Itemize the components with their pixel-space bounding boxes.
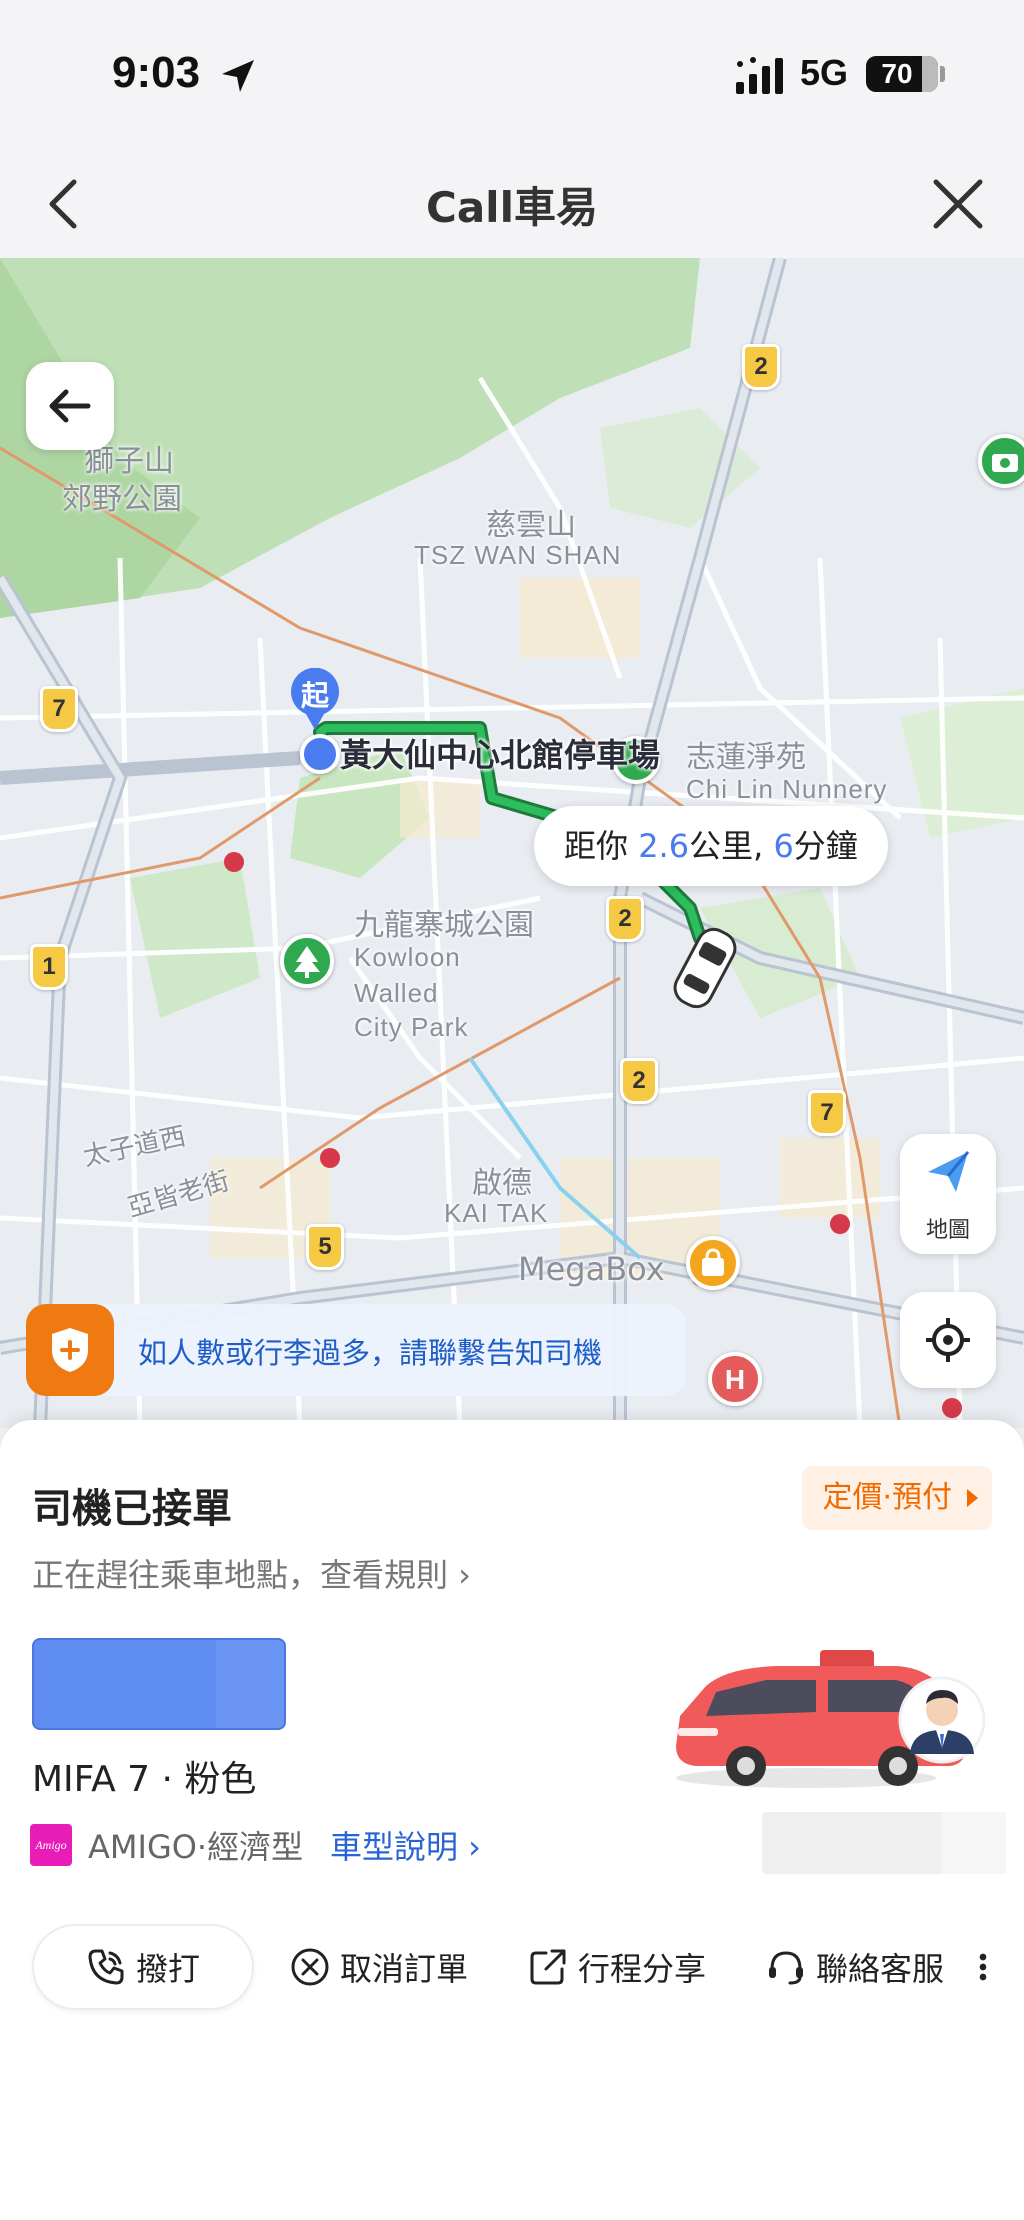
location-arrow-icon [222,60,254,92]
fixed-price-tag[interactable]: 定價·預付 [802,1466,992,1530]
map-label-kowloon-en3: City Park [354,1012,469,1042]
taxi-illustration [676,1650,986,1788]
rules-link[interactable]: 正在趕往乘車地點，查看規則 › [32,1550,471,1596]
camera-icon [992,454,1018,472]
start-pin-label: 起 [300,679,329,712]
luggage-notice: 如人數或行李過多，請聯繫告知司機 [26,1304,686,1396]
share-label: 行程分享 [578,1950,707,1988]
order-actions: 撥打 取消訂單 行程分享 聯絡客服 [0,1924,1024,2014]
arrow-left-icon [49,389,91,423]
map-back-button[interactable] [26,362,114,450]
cancel-order-button[interactable]: 取消訂單 [290,1924,468,2010]
support-label: 聯絡客服 [816,1950,945,1988]
pickup-location-name: 黃大仙中心北館停車場 [340,736,661,774]
route-shield: 7 [808,1090,846,1136]
vehicle-model: MIFA 7 · 粉色 [32,1759,257,1800]
map-label-area-en: TSZ WAN SHAN [414,540,622,570]
status-bar: 9:03 5G 70 [0,0,1024,150]
customer-service-button[interactable]: 聯絡客服 [766,1924,944,2010]
amigo-logo: Amigo [30,1824,72,1866]
map-label-kaitak: 啟德 [472,1166,532,1201]
map-view[interactable]: 獅子山 郊野公園 慈雲山 TSZ WAN SHAN 志蓮淨苑 Chi Lin N… [0,258,1024,1428]
locate-icon [926,1318,970,1362]
signal-icon [736,57,783,94]
map-app-button[interactable]: 地圖 [900,1134,996,1254]
cancel-label: 取消訂單 [340,1950,469,1988]
order-sheet: 司機已接單 定價·預付 正在趕往乘車地點，查看規則 › MIFA 7 · 粉色 … [0,1420,1024,2220]
vehicle-type-info-link[interactable]: 車型說明 › [330,1822,481,1868]
svg-text:H: H [725,1364,745,1395]
car-icon [673,927,737,1009]
close-icon[interactable] [922,168,994,240]
map-label-kowloon-park: 九龍寨城公園 [354,908,534,943]
license-plate-redacted [32,1638,286,1730]
shield-plus-icon [52,1328,88,1372]
shopping-poi[interactable] [686,1236,740,1290]
hospital-poi[interactable]: H [708,1352,762,1406]
share-trip-button[interactable]: 行程分享 [528,1924,706,2010]
headset-icon [769,1951,803,1985]
map-label-kowloon-en1: Kowloon [354,942,461,972]
nav-bar: Call車易 [0,150,1024,258]
eta-unit: 公里, [689,827,774,865]
start-dot [300,734,340,774]
call-driver-button[interactable]: 撥打 [32,1924,254,2010]
notice-text: 如人數或行李過多，請聯繫告知司機 [138,1336,603,1370]
locate-button[interactable] [900,1292,996,1388]
share-icon [530,1949,566,1985]
chevron-right-icon [967,1489,978,1507]
route-shield: 2 [606,896,644,942]
shopping-bag-icon [702,1248,724,1276]
hospital-icon: H [725,1364,745,1395]
price-tag-label: 定價·預付 [822,1480,952,1515]
map-app-label: 地圖 [925,1218,970,1243]
more-vertical-icon [979,1953,987,1981]
park-poi[interactable] [280,934,334,988]
network-type: 5G [800,52,849,93]
tree-icon [294,946,320,978]
battery-indicator: 70 [866,56,938,92]
eta-bubble: 距你 2.6公里, 6分鐘 [534,806,888,886]
notice-icon-box [26,1304,114,1396]
route-shield: 2 [620,1058,658,1104]
battery-level: 70 [881,58,913,89]
map-label-kaitak-en: KAI TAK [444,1198,549,1228]
eta-distance: 2.6 [638,827,690,865]
map-label-megabox: MegaBox [518,1250,665,1288]
paper-plane-icon [928,1151,970,1192]
vehicle-class: AMIGO·經濟型 [88,1828,304,1866]
route-shield: 5 [306,1224,344,1270]
more-options-button[interactable] [978,1924,998,2010]
call-label: 撥打 [135,1950,200,1988]
order-status-title: 司機已接單 [32,1486,232,1532]
driver-info-redacted [762,1812,1006,1874]
map-label-area: 慈雲山 [486,508,576,543]
status-time: 9:03 [112,48,201,97]
page-title: Call車易 [426,183,598,232]
route-shield: 2 [742,344,780,390]
camera-poi[interactable] [978,434,1024,488]
cancel-circle-icon [291,1948,329,1986]
map-label-kowloon-en2: Walled [354,978,439,1008]
phone-icon [88,1949,124,1985]
map-label-nunnery-en: Chi Lin Nunnery [686,774,888,804]
eta-minutes-unit: 分鐘 [793,827,858,865]
route-shield: 1 [30,944,68,990]
start-pin: 起 [288,667,342,732]
eta-minutes: 6 [773,827,794,865]
map-label-park2: 郊野公園 [62,482,182,517]
eta-prefix: 距你 [564,827,639,865]
battery-tip [940,66,945,82]
map-label-nunnery: 志蓮淨苑 [686,740,806,775]
route-shield: 7 [40,686,78,732]
